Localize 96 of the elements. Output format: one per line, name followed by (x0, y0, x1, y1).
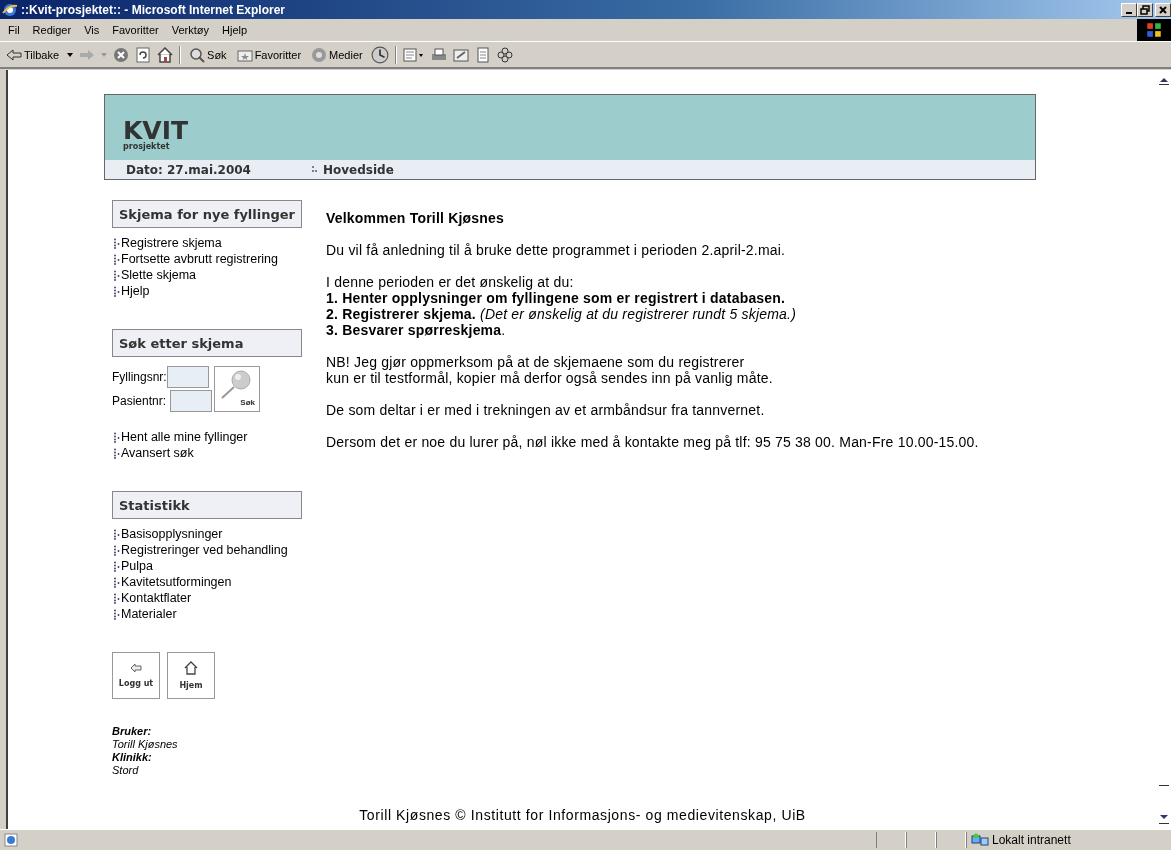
minimize-button[interactable] (1121, 2, 1137, 17)
text-line: I denne perioden er det ønskelig at du: (326, 274, 575, 290)
menu-item[interactable]: Rediger (26, 24, 78, 36)
edit-icon[interactable] (452, 46, 469, 63)
favorites-button[interactable]: Favoritter (234, 46, 304, 63)
sidebar-link[interactable]: Avansert søk (114, 445, 194, 461)
home-icon[interactable] (157, 46, 174, 63)
sidebar-link[interactable]: Kavitetsutformingen (114, 574, 232, 590)
caret-icon[interactable] (67, 52, 74, 57)
sidebar-link[interactable]: Basisopplysninger (114, 526, 223, 542)
section-heading: Statistikk (112, 491, 302, 519)
user-value: Stord (112, 764, 140, 777)
sidebar-link[interactable]: Fortsette avbrutt registrering (114, 251, 278, 267)
back-button[interactable]: Tilbake (4, 48, 62, 61)
search-icon (189, 46, 206, 63)
history-icon[interactable] (370, 45, 389, 64)
dots-icon (114, 285, 120, 297)
breadcrumb: Hovedside (323, 162, 394, 177)
stop-icon[interactable] (113, 46, 130, 63)
text-line: NB! Jeg gjør oppmerksom på at de skjemaene som du registrerer (326, 354, 746, 370)
close-button[interactable] (1155, 2, 1171, 17)
menu-item[interactable]: Favoritter (106, 24, 165, 36)
dots-icon (312, 164, 317, 175)
dots-icon (114, 253, 120, 265)
status-pane (936, 832, 966, 848)
close-icon (1158, 4, 1168, 15)
input-field[interactable] (166, 366, 209, 388)
dots-icon (114, 608, 120, 620)
sidebar-link[interactable]: Slette skjema (114, 267, 197, 283)
house-icon (184, 661, 198, 675)
date-text: Dato: 27.mai.2004 (126, 162, 252, 177)
text-line: 2. Registrerer skjema. (Det er ønskelig at du registrerer rundt 5 skjema.) (326, 306, 797, 322)
sidebar-link[interactable]: Hent alle mine fyllinger (114, 429, 248, 445)
search-button[interactable]: Søk (214, 366, 261, 412)
section-heading: Søk etter skjema (112, 329, 302, 357)
logout-button[interactable]: Logg ut (112, 652, 160, 699)
footer-text: Torill Kjøsnes © Institutt for Informasjons- og medievitenskap, UiB (358, 807, 807, 825)
printer-icon[interactable] (430, 46, 447, 63)
dots-icon (114, 560, 120, 572)
text-line: 1. Henter opplysninger om fyllingene som er registrert i databasen. (326, 290, 787, 306)
logo-subtitle: prosjektet (123, 142, 170, 151)
menu-item[interactable]: Fil (0, 24, 26, 36)
disc-icon (311, 46, 328, 63)
zone-label: Lokalt intranett (992, 833, 1071, 847)
dots-icon (114, 544, 120, 556)
dots-icon (114, 237, 120, 249)
text-line: Dersom det er noe du lurer på, nøl ikke med å kontakte meg på tlf: 95 75 38 00. Man-Fre 10.00-15.00. (326, 434, 979, 450)
menu-item[interactable]: Verktøy (165, 24, 215, 36)
user-label: Klinikk: (112, 751, 153, 764)
refresh-icon[interactable] (135, 46, 152, 63)
field-label: Fyllingsnr: (112, 370, 167, 384)
restore-button[interactable] (1137, 2, 1153, 17)
flower-icon[interactable] (496, 46, 513, 63)
dots-icon (114, 431, 120, 443)
sidebar-link[interactable]: Registreringer ved behandling (114, 542, 288, 558)
dots-icon (114, 592, 120, 604)
input-field[interactable] (170, 390, 213, 412)
minimize-icon (1126, 11, 1132, 14)
dots-icon (114, 447, 120, 459)
search-button[interactable]: Søk (187, 46, 229, 63)
text-line: De som deltar i er med i trekningen av et armbåndsur fra tannvernet. (326, 402, 766, 418)
back-arrow-icon (6, 48, 22, 61)
left-arrow-icon (130, 663, 142, 673)
menu-item[interactable]: Vis (78, 24, 106, 36)
media-button[interactable]: Medier (309, 46, 365, 63)
welcome-heading: Velkommen Torill Kjøsnes (326, 210, 506, 226)
section-heading: Skjema for nye fyllinger (112, 200, 302, 228)
field-label: Pasientnr: (112, 394, 167, 408)
scroll-up-icon[interactable] (1159, 77, 1169, 85)
mail-icon[interactable] (402, 46, 425, 63)
user-value: Torill Kjøsnes (112, 738, 179, 751)
dots-icon (114, 528, 120, 540)
menu-item[interactable]: Hjelp (216, 24, 254, 36)
sidebar-link[interactable]: Pulpa (114, 558, 153, 574)
home-button[interactable]: Hjem (167, 652, 215, 699)
sidebar-link[interactable]: Hjelp (114, 283, 150, 299)
logo-text: KVIT (123, 120, 189, 142)
sidebar-link[interactable]: Kontaktflater (114, 590, 192, 606)
dots-icon (114, 269, 120, 281)
status-pane (876, 832, 906, 848)
sidebar-link[interactable]: Registrere skjema (114, 235, 222, 251)
text-line: 3. Besvarer spørreskjema. (326, 322, 507, 338)
browser-icon (2, 1, 18, 18)
document-icon[interactable] (474, 46, 491, 63)
text-line: kun er til testformål, kopier må derfor også sendes inn på vanlig måte. (326, 370, 774, 386)
user-label: Bruker: (112, 725, 153, 738)
page-icon (4, 833, 18, 847)
windows-logo-icon (1145, 21, 1163, 39)
restore-icon (1140, 4, 1150, 15)
status-pane (906, 832, 936, 848)
network-icon (971, 833, 989, 847)
text-line: Du vil få anledning til å bruke dette programmet i perioden 2.april-2.mai. (326, 242, 787, 258)
sidebar-link[interactable]: Materialer (114, 606, 177, 622)
scroll-down-icon[interactable] (1159, 785, 1169, 825)
window-title: ::Kvit-prosjektet:: - Microsoft Internet Explorer (21, 2, 286, 17)
dots-icon (114, 576, 120, 588)
